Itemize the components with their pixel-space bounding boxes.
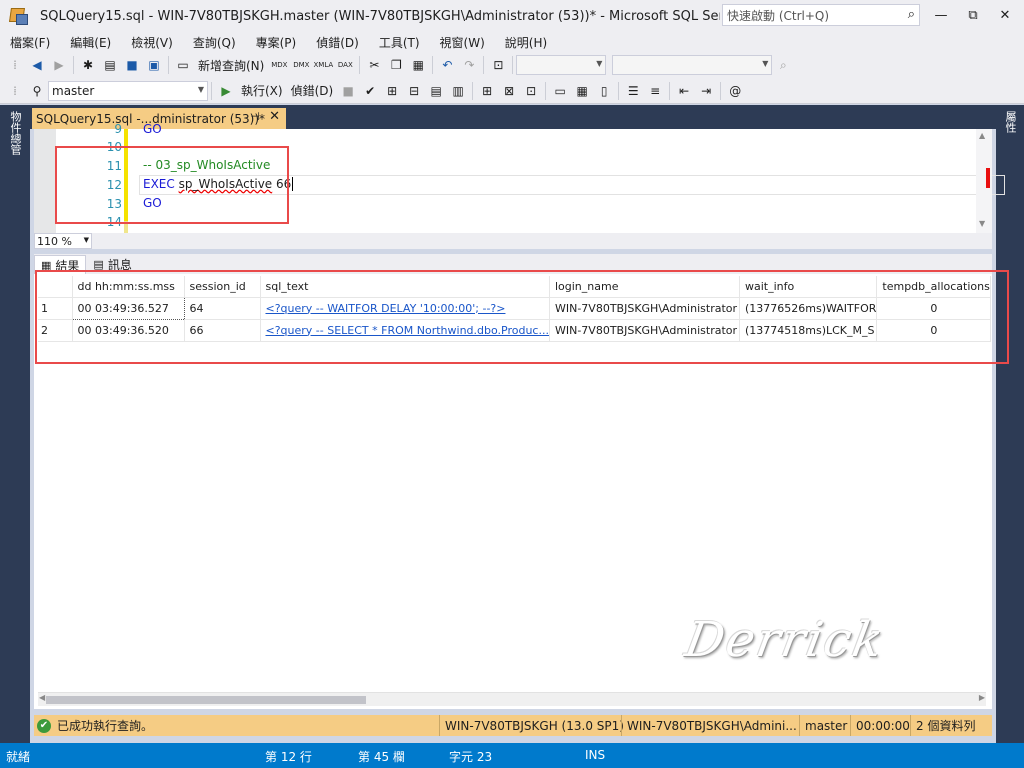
copy-icon[interactable]: ❐ <box>386 55 406 75</box>
status-database: master <box>799 715 847 736</box>
include-plan-icon[interactable]: ⊞ <box>477 81 497 101</box>
database-dropdown[interactable]: master ▼ <box>48 80 208 101</box>
menu-edit[interactable]: 編輯(E) <box>60 34 121 51</box>
undo-icon[interactable]: ↶ <box>437 55 457 75</box>
new-query-icon[interactable]: ▭ <box>173 55 193 75</box>
minimize-button[interactable]: — <box>924 4 958 26</box>
comment-icon[interactable]: ☰ <box>623 81 643 101</box>
standard-toolbar: ⁞ ◀ ▶ ✱ ▤ ■ ▣ ▭ 新增查詢(N) MDX DMX XMLA DAX… <box>0 52 1024 78</box>
platform-dropdown[interactable]: ▼ <box>612 55 773 75</box>
results-to-file2-icon[interactable]: ▯ <box>594 81 614 101</box>
status-user: WIN-7V80TBJSKGH\Admini... <box>621 715 797 736</box>
parse-icon[interactable]: ✔ <box>360 81 380 101</box>
editor-gutter <box>34 129 56 233</box>
zoom-value: 110 % <box>37 234 72 248</box>
results-to-text2-icon[interactable]: ▭ <box>550 81 570 101</box>
search-icon: ⌕ <box>907 7 915 22</box>
pin-icon[interactable]: ⊣ <box>250 110 260 123</box>
query-status-bar: ✔ 已成功執行查詢。 WIN-7V80TBJSKGH (13.0 SP1) WI… <box>34 715 992 736</box>
cut-icon[interactable]: ✂ <box>364 55 384 75</box>
document-tab-strip: SQLQuery15.sql -...dministrator (53))* ⊣… <box>30 105 996 129</box>
results-to-file-icon[interactable]: ▥ <box>448 81 468 101</box>
results-to-text-icon[interactable]: ▤ <box>426 81 446 101</box>
object-explorer-label[interactable]: 物件總管 <box>7 111 23 155</box>
quick-launch-placeholder: 快速啟動 (Ctrl+Q) <box>727 8 830 23</box>
object-explorer-strip[interactable]: 物件總管 <box>0 105 30 743</box>
menu-query[interactable]: 查詢(Q) <box>183 34 246 51</box>
solution-config-dropdown[interactable]: ▼ <box>516 55 607 75</box>
find-icon[interactable]: ⌕ <box>773 55 793 75</box>
menu-bar: 檔案(F) 編輯(E) 檢視(V) 查詢(Q) 專案(P) 偵錯(D) 工具(T… <box>0 32 1024 52</box>
editor-zoom-bar: 110 % ▼ <box>34 233 992 249</box>
execute-button[interactable]: 執行(X) <box>241 82 283 99</box>
status-char: 字元 23 <box>449 750 493 764</box>
menu-tools[interactable]: 工具(T) <box>369 34 430 51</box>
dmx-icon[interactable]: DMX <box>291 55 311 75</box>
status-column: 第 45 欄 <box>358 750 405 764</box>
mdx-icon[interactable]: MDX <box>269 55 289 75</box>
properties-label[interactable]: 屬性 <box>1002 111 1018 133</box>
execute-icon[interactable]: ▶ <box>216 81 236 101</box>
activity-monitor-icon[interactable]: ⊡ <box>488 55 508 75</box>
status-rows: 2 個資料列 <box>910 715 975 736</box>
decrease-indent-icon[interactable]: ⇤ <box>674 81 694 101</box>
zoom-dropdown[interactable]: 110 % ▼ <box>34 233 92 249</box>
paste-icon[interactable]: ▦ <box>408 55 428 75</box>
highlight-box-editor <box>55 146 289 224</box>
open-icon[interactable]: ▤ <box>100 55 120 75</box>
scrollbar-thumb[interactable] <box>46 696 366 704</box>
ssms-app-icon <box>8 5 30 27</box>
connect-icon[interactable]: ⚲ <box>27 81 47 101</box>
live-stats-icon[interactable]: ⊠ <box>499 81 519 101</box>
title-bar: SQLQuery15.sql - WIN-7V80TBJSKGH.master … <box>0 0 1024 32</box>
menu-window[interactable]: 視窗(W) <box>430 34 495 51</box>
status-line: 第 12 行 <box>265 750 312 764</box>
status-message: 已成功執行查詢。 <box>57 719 154 733</box>
status-server: WIN-7V80TBJSKGH (13.0 SP1) <box>439 715 624 736</box>
sql-editor-toolbar: ⁞ ⚲ master ▼ ▶ 執行(X) 偵錯(D) ■ ✔ ⊞ ⊟ ▤ ▥ ⊞… <box>0 78 1024 104</box>
dax-icon[interactable]: DAX <box>335 55 355 75</box>
template-params-icon[interactable]: @ <box>725 81 745 101</box>
status-bar: 就緒 第 12 行 第 45 欄 字元 23 INS <box>0 743 1024 768</box>
status-ins: INS <box>585 748 606 762</box>
stop-icon[interactable]: ■ <box>338 81 358 101</box>
save-icon[interactable]: ■ <box>122 55 142 75</box>
new-query-button[interactable]: 新增查詢(N) <box>198 57 264 74</box>
close-tab-icon[interactable]: ✕ <box>269 109 280 124</box>
properties-strip[interactable]: 屬性 <box>996 105 1024 743</box>
line-number: 9 <box>114 122 122 136</box>
database-selected: master <box>52 83 95 98</box>
debug-button[interactable]: 偵錯(D) <box>291 82 334 99</box>
menu-help[interactable]: 說明(H) <box>495 34 557 51</box>
menu-debug[interactable]: 偵錯(D) <box>306 34 369 51</box>
new-project-icon[interactable]: ✱ <box>78 55 98 75</box>
error-marker <box>986 168 990 188</box>
back-icon[interactable]: ◀ <box>27 55 47 75</box>
restore-button[interactable]: ⧉ <box>956 4 990 26</box>
menu-project[interactable]: 專案(P) <box>246 34 307 51</box>
estimated-plan-icon[interactable]: ⊞ <box>382 81 402 101</box>
increase-indent-icon[interactable]: ⇥ <box>696 81 716 101</box>
save-all-icon[interactable]: ▣ <box>144 55 164 75</box>
menu-view[interactable]: 檢視(V) <box>121 34 183 51</box>
watermark-text: Derrick <box>681 612 890 668</box>
close-window-button[interactable]: ✕ <box>988 4 1022 26</box>
status-elapsed: 00:00:00 <box>850 715 910 736</box>
results-to-grid-icon[interactable]: ▦ <box>572 81 592 101</box>
code-line-go: GO <box>143 122 162 136</box>
xmla-icon[interactable]: XMLA <box>313 55 334 75</box>
results-horizontal-scrollbar[interactable]: ◀ ▶ <box>38 692 986 706</box>
quick-launch-input[interactable]: 快速啟動 (Ctrl+Q) ⌕ <box>722 4 920 26</box>
query-designer-icon[interactable]: ⊟ <box>404 81 424 101</box>
success-check-icon: ✔ <box>37 718 51 733</box>
redo-icon[interactable]: ↷ <box>459 55 479 75</box>
menu-file[interactable]: 檔案(F) <box>0 34 60 51</box>
client-stats-icon[interactable]: ⊡ <box>521 81 541 101</box>
window-title: SQLQuery15.sql - WIN-7V80TBJSKGH.master … <box>40 8 720 24</box>
status-ready: 就緒 <box>6 750 31 764</box>
forward-icon[interactable]: ▶ <box>49 55 69 75</box>
uncomment-icon[interactable]: ≡ <box>645 81 665 101</box>
highlight-box-results <box>35 270 1009 364</box>
